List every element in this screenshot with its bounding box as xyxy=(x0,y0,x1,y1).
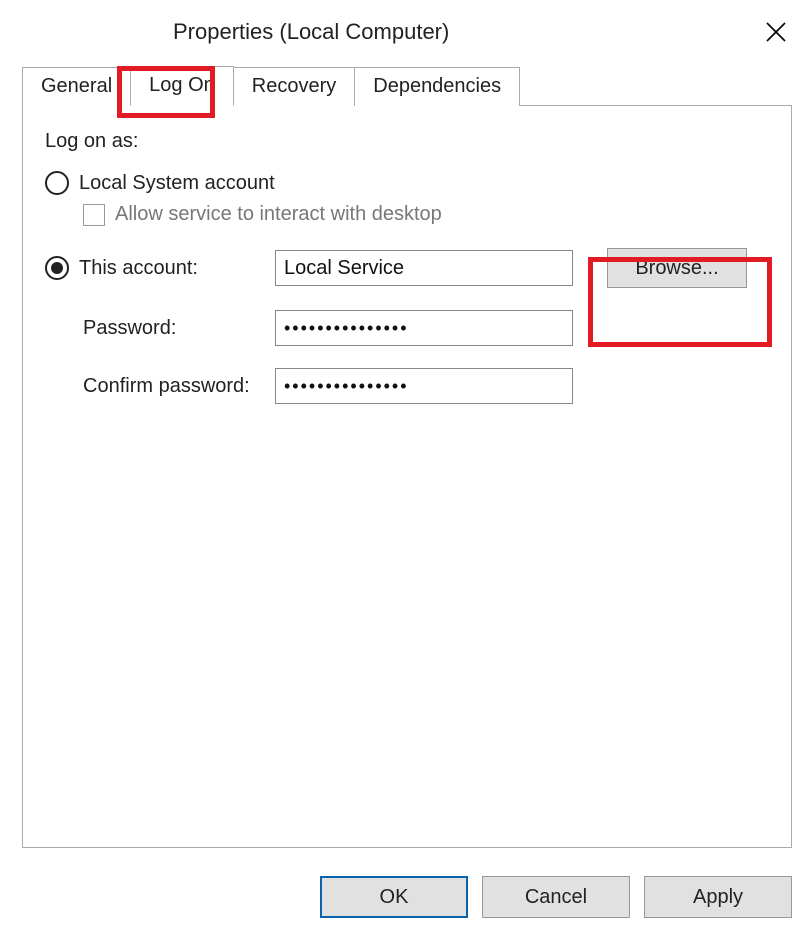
browse-button[interactable]: Browse... xyxy=(607,248,747,288)
tab-log-on[interactable]: Log On xyxy=(130,66,234,106)
tab-general[interactable]: General xyxy=(22,67,131,106)
ok-button[interactable]: OK xyxy=(320,876,468,918)
logon-panel: Log on as: Local System account Allow se… xyxy=(22,106,792,848)
dialog-button-bar: OK Cancel Apply xyxy=(320,876,792,918)
tab-recovery[interactable]: Recovery xyxy=(233,67,355,106)
logon-as-label: Log on as: xyxy=(45,130,769,153)
interact-desktop-label: Allow service to interact with desktop xyxy=(115,203,442,226)
this-account-label: This account: xyxy=(79,256,198,280)
confirm-password-input[interactable] xyxy=(275,368,573,404)
password-input[interactable] xyxy=(275,310,573,346)
apply-button[interactable]: Apply xyxy=(644,876,792,918)
local-system-label: Local System account xyxy=(79,171,275,195)
close-button[interactable] xyxy=(758,14,794,50)
confirm-password-label: Confirm password: xyxy=(45,375,275,398)
close-icon xyxy=(765,21,787,43)
titlebar: Properties (Local Computer) xyxy=(0,0,812,64)
checkbox-interact-desktop xyxy=(83,204,105,226)
tab-bar: General Log On Recovery Dependencies xyxy=(22,64,792,106)
cancel-button[interactable]: Cancel xyxy=(482,876,630,918)
radio-this-account[interactable] xyxy=(45,256,69,280)
radio-local-system[interactable] xyxy=(45,171,69,195)
password-label: Password: xyxy=(45,317,275,340)
window-title: Properties (Local Computer) xyxy=(173,19,449,45)
tab-dependencies[interactable]: Dependencies xyxy=(354,67,520,106)
account-name-input[interactable] xyxy=(275,250,573,286)
